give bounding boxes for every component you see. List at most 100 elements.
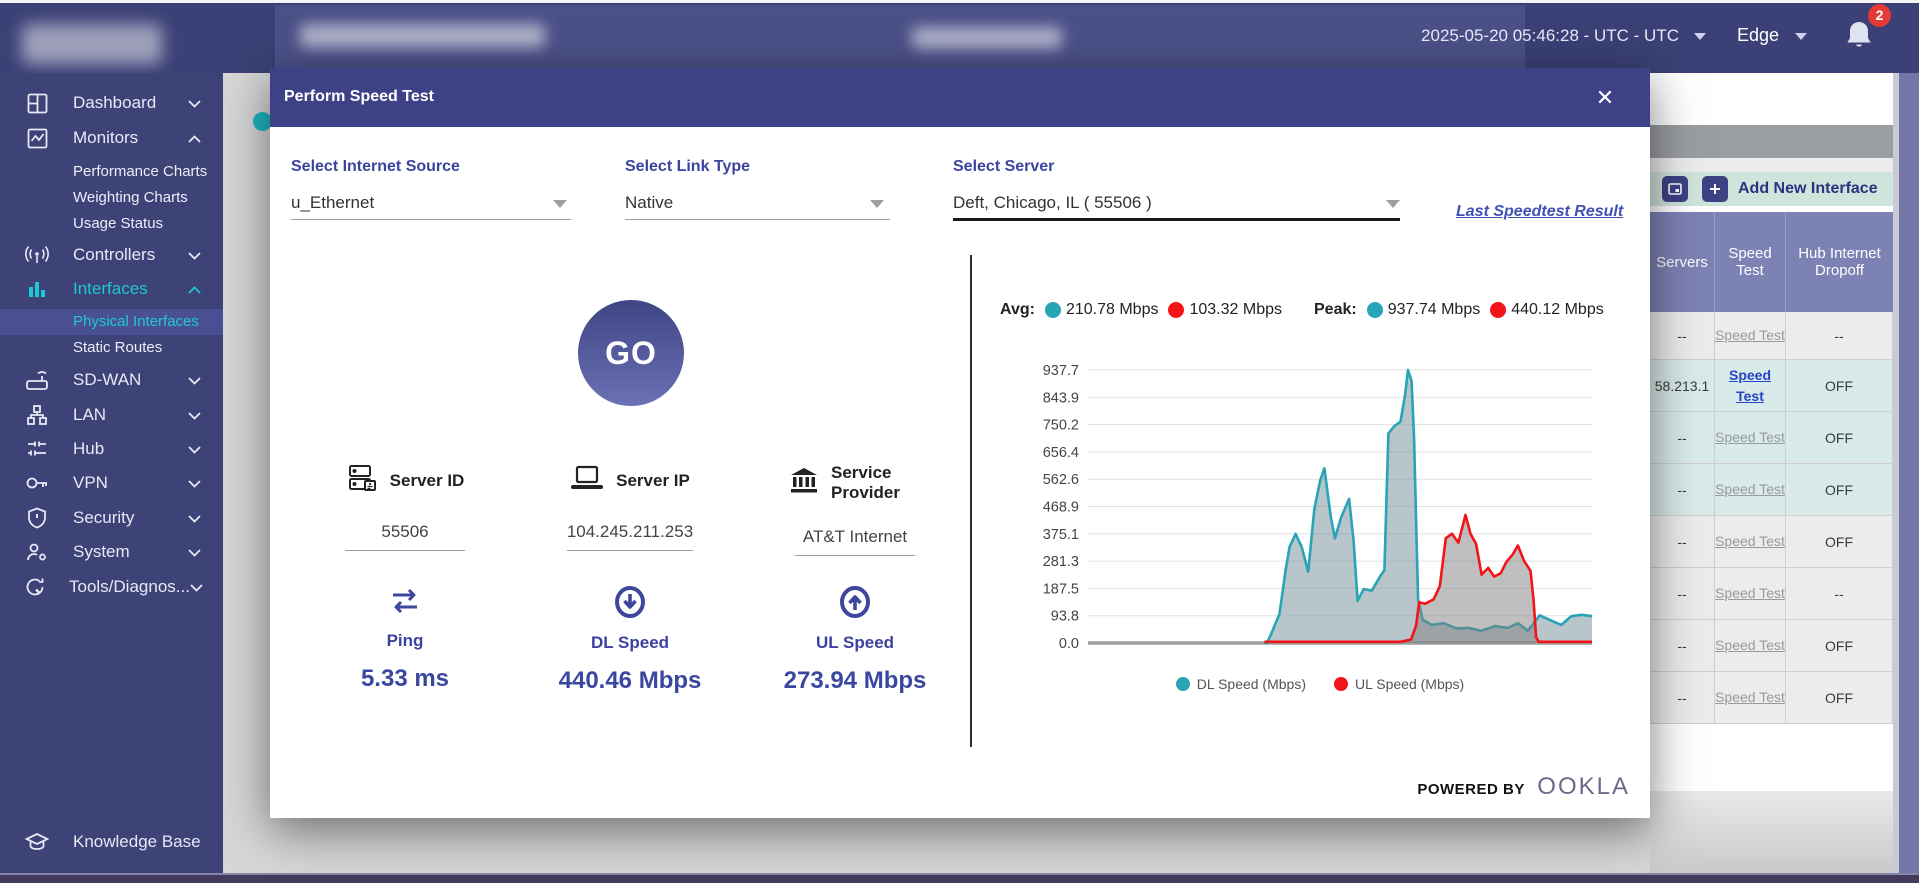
add-interface-plus-button[interactable] <box>1702 176 1728 202</box>
speed-test-link[interactable]: Speed Test <box>1715 325 1785 346</box>
sidebar-item-usage-status[interactable]: Usage Status <box>0 211 223 237</box>
dropdown-arrow-icon[interactable] <box>553 200 567 208</box>
chevron-down-icon <box>188 542 201 562</box>
chevron-down-icon <box>188 439 201 459</box>
server-ip-icon <box>570 463 604 498</box>
sidebar-item-label: System <box>73 542 188 562</box>
sidebar-item-tools-diagnostics[interactable]: Tools/Diagnos... <box>0 570 223 604</box>
server-select[interactable]: Deft, Chicago, IL ( 55506 ) <box>953 193 1152 213</box>
top-bar: 2025-05-20 05:46:28 - UTC - UTC Edge 2 <box>0 0 1919 73</box>
internet-source-select[interactable]: u_Ethernet <box>291 193 374 213</box>
datetime-display[interactable]: 2025-05-20 05:46:28 - UTC - UTC <box>1421 26 1679 46</box>
table-row: -- Speed Test -- <box>1650 568 1893 620</box>
sidebar-item-performance-charts[interactable]: Performance Charts <box>0 159 223 185</box>
app-logo <box>22 24 162 64</box>
go-button[interactable]: GO <box>578 300 684 406</box>
security-shield-icon <box>24 507 50 529</box>
monitors-icon <box>24 127 50 149</box>
legend-dl: DL Speed (Mbps) <box>1176 676 1306 692</box>
server-id-label: Server ID <box>390 471 465 491</box>
grid-view-button[interactable] <box>1662 176 1688 202</box>
ping-icon <box>387 603 423 620</box>
speed-test-link[interactable]: Speed Test <box>1715 531 1785 552</box>
last-speedtest-result-link[interactable]: Last Speedtest Result <box>1456 203 1623 221</box>
table-row: -- Speed Test OFF <box>1650 464 1893 516</box>
server-id-value: 55506 <box>345 522 465 551</box>
sidebar-item-lan[interactable]: LAN <box>0 398 223 432</box>
chevron-down-icon <box>188 93 201 113</box>
avg-dl-value: 210.78 Mbps <box>1066 301 1159 319</box>
avg-label: Avg: <box>1000 301 1035 319</box>
service-provider-block: Service Provider AT&T Internet <box>745 463 965 556</box>
sidebar-item-hub[interactable]: Hub <box>0 432 223 466</box>
svg-text:937.7: 937.7 <box>1043 363 1079 379</box>
hub-dropoff-cell: OFF <box>1786 516 1893 568</box>
field-underline <box>625 219 890 220</box>
svg-text:375.1: 375.1 <box>1043 527 1079 543</box>
peak-dl-value: 937.74 Mbps <box>1388 301 1481 319</box>
table-row: -- Speed Test OFF <box>1650 412 1893 464</box>
hub-sliders-icon <box>24 438 50 460</box>
hub-dropoff-cell: OFF <box>1786 672 1893 724</box>
sdwan-router-icon <box>24 369 50 391</box>
sidebar-item-physical-interfaces[interactable]: Physical Interfaces <box>0 309 223 335</box>
notification-count-badge[interactable]: 2 <box>1868 4 1891 27</box>
ul-speed-label: UL Speed <box>745 633 965 653</box>
vpn-key-icon <box>24 472 50 494</box>
edge-dropdown[interactable]: Edge <box>1737 25 1779 46</box>
hub-dropoff-cell: OFF <box>1786 620 1893 672</box>
table-row: -- Speed Test OFF <box>1650 516 1893 568</box>
sidebar-item-security[interactable]: Security <box>0 501 223 535</box>
sidebar-item-knowledge-base[interactable]: Knowledge Base <box>0 822 223 862</box>
sidebar-item-vpn[interactable]: VPN <box>0 466 223 500</box>
server-label: Select Server <box>953 158 1054 176</box>
hub-dropoff-cell: -- <box>1786 312 1893 360</box>
dropdown-arrow-icon[interactable] <box>1386 200 1400 208</box>
servers-cell: -- <box>1650 464 1715 516</box>
speed-test-link[interactable]: Speed Test <box>1715 365 1785 407</box>
servers-cell: -- <box>1650 672 1715 724</box>
edge-dropdown-arrow[interactable] <box>1795 33 1807 40</box>
field-underline-active <box>953 218 1400 221</box>
speed-test-link[interactable]: Speed Test <box>1715 687 1785 708</box>
servers-cell: 58.213.1 <box>1650 360 1715 412</box>
modal-header: Perform Speed Test ✕ <box>270 68 1650 127</box>
powered-by-ookla: POWERED BY OOKLA <box>270 773 1630 801</box>
section-divider <box>970 255 972 747</box>
sidebar-item-dashboard[interactable]: Dashboard <box>0 86 223 120</box>
notifications-bell-icon[interactable] <box>1844 18 1874 52</box>
sidebar-item-interfaces[interactable]: Interfaces <box>0 272 223 306</box>
speed-test-link[interactable]: Speed Test <box>1715 583 1785 604</box>
internet-source-label: Select Internet Source <box>291 158 460 176</box>
sidebar-item-label: Hub <box>73 439 188 459</box>
svg-text:0.0: 0.0 <box>1059 636 1079 652</box>
timezone-dropdown-arrow[interactable] <box>1694 33 1706 40</box>
svg-text:562.6: 562.6 <box>1043 472 1079 488</box>
chevron-down-icon <box>188 508 201 528</box>
sidebar-item-weighting-charts[interactable]: Weighting Charts <box>0 185 223 211</box>
speed-test-link[interactable]: Speed Test <box>1715 427 1785 448</box>
svg-text:468.9: 468.9 <box>1043 500 1079 516</box>
sidebar-item-label: Knowledge Base <box>73 832 223 852</box>
add-new-interface-button[interactable]: Add New Interface <box>1738 180 1878 198</box>
sidebar-item-static-routes[interactable]: Static Routes <box>0 335 223 361</box>
svg-text:281.3: 281.3 <box>1043 554 1079 570</box>
speed-test-link[interactable]: Speed Test <box>1715 479 1785 500</box>
ookla-logo: OOKLA <box>1537 773 1630 800</box>
close-icon[interactable]: ✕ <box>1590 84 1620 114</box>
col-header-servers: Servers <box>1650 212 1715 312</box>
sidebar-item-system[interactable]: System <box>0 535 223 569</box>
chevron-up-icon <box>188 128 201 148</box>
sidebar-item-controllers[interactable]: Controllers <box>0 238 223 272</box>
powered-by-text: POWERED BY <box>1417 781 1525 798</box>
dropdown-arrow-icon[interactable] <box>870 200 884 208</box>
speed-test-link[interactable]: Speed Test <box>1715 635 1785 656</box>
service-provider-icon <box>789 466 819 501</box>
link-type-select[interactable]: Native <box>625 193 673 213</box>
sidebar-item-monitors[interactable]: Monitors <box>0 121 223 155</box>
sidebar-item-label: Tools/Diagnos... <box>69 577 190 597</box>
scrollbar-thumb[interactable] <box>1899 73 1919 875</box>
lan-icon <box>24 404 50 426</box>
background-strip <box>1650 158 1893 172</box>
sidebar-item-sdwan[interactable]: SD-WAN <box>0 363 223 397</box>
